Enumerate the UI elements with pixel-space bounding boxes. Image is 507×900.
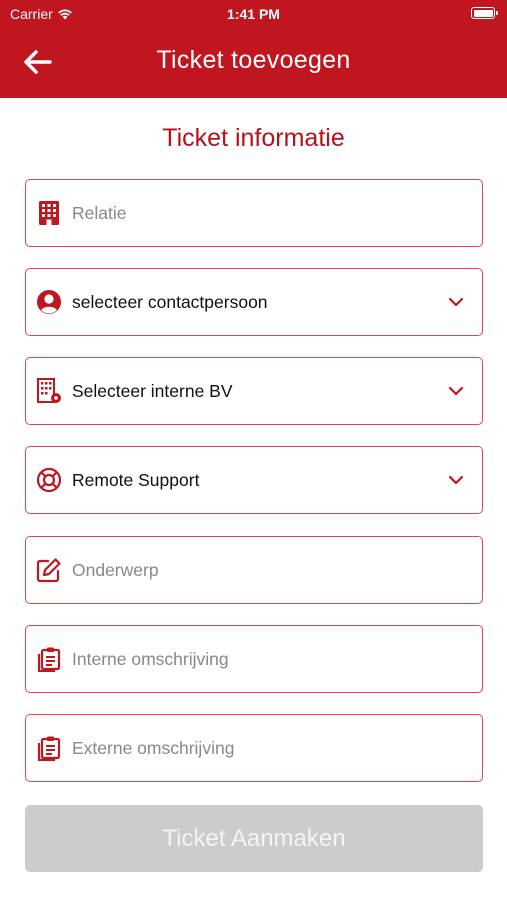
- edit-icon: [36, 557, 62, 583]
- header-bar: Carrier 1:41 PM Ticket toevoegen: [0, 0, 507, 98]
- support-type-value: Remote Support: [72, 469, 200, 490]
- building-icon: [36, 200, 62, 226]
- status-time: 1:41 PM: [227, 6, 280, 22]
- contactpersoon-value: selecteer contactpersoon: [72, 291, 268, 312]
- externe-omschrijving-placeholder: Externe omschrijving: [72, 737, 235, 758]
- externe-omschrijving-field[interactable]: Externe omschrijving: [25, 714, 483, 782]
- interne-bv-value: Selecteer interne BV: [72, 380, 233, 401]
- building-gear-icon: [36, 378, 62, 404]
- clipboard-list-icon: [36, 735, 62, 761]
- relatie-field[interactable]: Relatie: [25, 179, 483, 247]
- lifebuoy-icon: [36, 467, 62, 493]
- user-circle-icon: [36, 289, 62, 315]
- page-title: Ticket toevoegen: [156, 46, 351, 74]
- status-bar: Carrier 1:41 PM: [0, 0, 507, 28]
- onderwerp-placeholder: Onderwerp: [72, 559, 159, 580]
- chevron-down-icon: [444, 290, 468, 314]
- battery-icon: [471, 7, 498, 19]
- support-type-select[interactable]: Remote Support: [25, 446, 483, 514]
- contactpersoon-select[interactable]: selecteer contactpersoon: [25, 268, 483, 336]
- create-ticket-button[interactable]: Ticket Aanmaken: [25, 805, 483, 872]
- chevron-down-icon: [444, 379, 468, 403]
- interne-omschrijving-field[interactable]: Interne omschrijving: [25, 625, 483, 693]
- chevron-down-icon: [444, 468, 468, 492]
- interne-omschrijving-placeholder: Interne omschrijving: [72, 648, 229, 669]
- relatie-placeholder: Relatie: [72, 202, 127, 223]
- onderwerp-field[interactable]: Onderwerp: [25, 536, 483, 604]
- section-title: Ticket informatie: [162, 124, 345, 152]
- interne-bv-select[interactable]: Selecteer interne BV: [25, 357, 483, 425]
- clipboard-list-icon: [36, 646, 62, 672]
